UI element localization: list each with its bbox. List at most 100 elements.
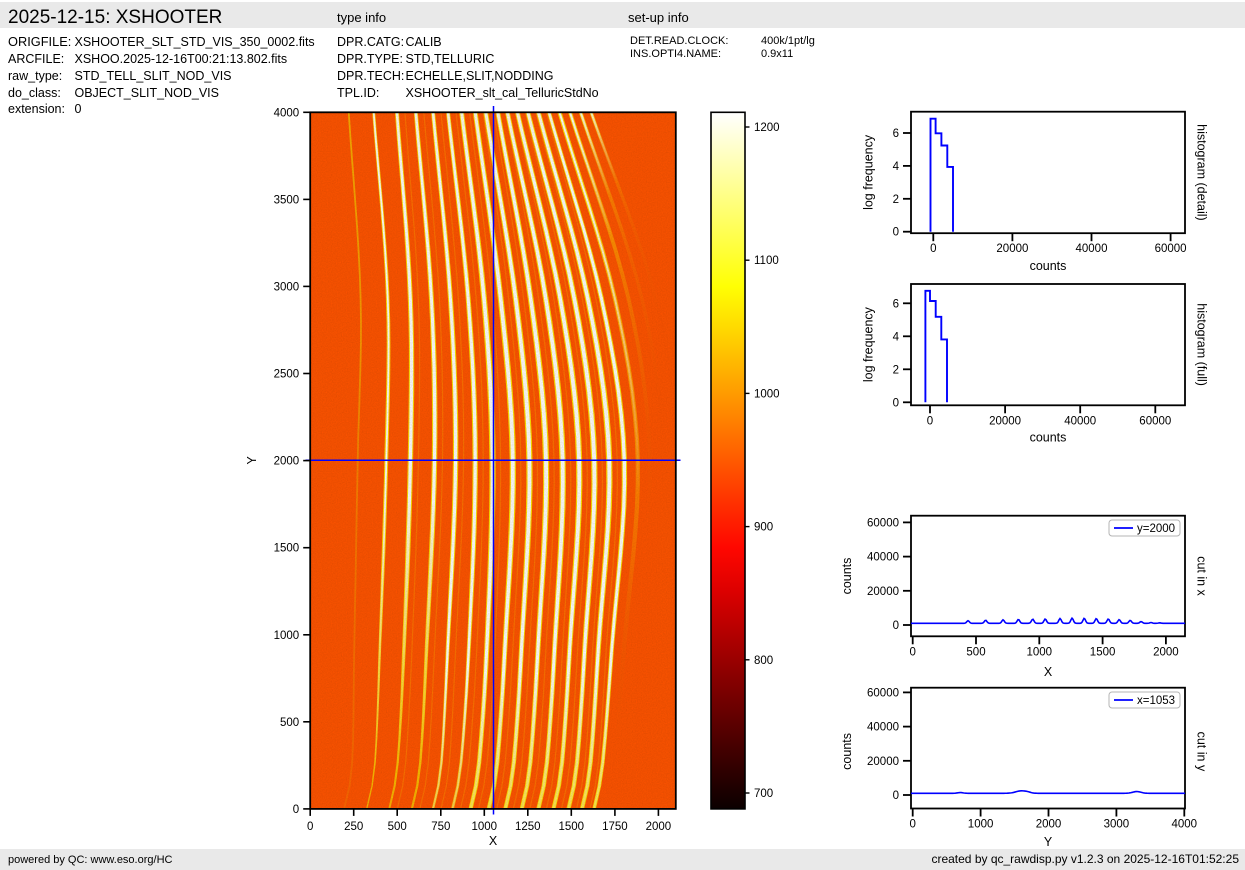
svg-text:0: 0 — [893, 620, 899, 632]
svg-text:log frequency: log frequency — [862, 134, 876, 210]
svg-text:cut in y: cut in y — [1195, 732, 1209, 772]
svg-text:CALIB: CALIB — [406, 35, 442, 49]
svg-text:6: 6 — [893, 298, 899, 310]
svg-text:500: 500 — [280, 717, 299, 729]
svg-text:250: 250 — [344, 821, 363, 833]
svg-text:ARCFILE:: ARCFILE: — [8, 52, 64, 66]
svg-text:3500: 3500 — [274, 194, 300, 206]
svg-text:Y: Y — [1044, 835, 1053, 849]
svg-text:0: 0 — [75, 102, 82, 116]
svg-text:60000: 60000 — [867, 687, 899, 699]
svg-text:500: 500 — [966, 646, 985, 658]
svg-text:1500: 1500 — [559, 821, 585, 833]
svg-text:1200: 1200 — [754, 122, 780, 134]
svg-text:1250: 1250 — [515, 821, 541, 833]
svg-text:60000: 60000 — [867, 517, 899, 529]
svg-text:40000: 40000 — [1076, 243, 1108, 255]
svg-text:1750: 1750 — [602, 821, 628, 833]
svg-text:1000: 1000 — [472, 821, 498, 833]
svg-text:INS.OPTI4.NAME:: INS.OPTI4.NAME: — [630, 48, 721, 60]
svg-text:400k/1pt/lg: 400k/1pt/lg — [761, 35, 815, 47]
svg-text:X: X — [1044, 665, 1053, 679]
svg-text:2000: 2000 — [274, 456, 300, 468]
svg-text:set-up info: set-up info — [628, 10, 689, 25]
svg-text:histogram (detail): histogram (detail) — [1195, 124, 1209, 221]
svg-text:0: 0 — [927, 415, 933, 427]
svg-text:X: X — [489, 834, 498, 848]
svg-text:0.9x11: 0.9x11 — [761, 48, 793, 60]
svg-text:Y: Y — [245, 455, 259, 464]
svg-text:2: 2 — [893, 194, 899, 206]
svg-text:OBJECT_SLIT_NOD_VIS: OBJECT_SLIT_NOD_VIS — [75, 86, 220, 100]
svg-text:1000: 1000 — [274, 630, 300, 642]
svg-text:3000: 3000 — [274, 281, 300, 293]
svg-text:DPR.TECH:: DPR.TECH: — [337, 69, 404, 83]
svg-text:4000: 4000 — [274, 107, 300, 119]
svg-text:DPR.CATG:: DPR.CATG: — [337, 35, 404, 49]
svg-text:2025-12-15: XSHOOTER: 2025-12-15: XSHOOTER — [8, 7, 222, 28]
svg-text:40000: 40000 — [867, 722, 899, 734]
svg-text:2000: 2000 — [1153, 646, 1179, 658]
svg-text:1000: 1000 — [754, 388, 780, 400]
svg-text:y=2000: y=2000 — [1137, 523, 1175, 535]
svg-text:1100: 1100 — [754, 255, 779, 267]
svg-text:STD,TELLURIC: STD,TELLURIC — [406, 52, 495, 66]
svg-text:0: 0 — [293, 804, 299, 816]
svg-text:counts: counts — [840, 733, 854, 770]
svg-text:powered by QC: www.eso.org/HC: powered by QC: www.eso.org/HC — [8, 854, 173, 866]
svg-text:6: 6 — [893, 128, 899, 140]
svg-text:4000: 4000 — [1172, 819, 1198, 831]
svg-text:20000: 20000 — [989, 415, 1021, 427]
svg-text:histogram (full): histogram (full) — [1195, 303, 1209, 386]
svg-text:0: 0 — [893, 397, 899, 409]
svg-text:2000: 2000 — [646, 821, 672, 833]
svg-text:2000: 2000 — [1036, 819, 1062, 831]
svg-text:20000: 20000 — [996, 243, 1028, 255]
svg-text:750: 750 — [431, 821, 450, 833]
svg-text:0: 0 — [893, 227, 899, 239]
svg-text:TPL.ID:: TPL.ID: — [337, 86, 379, 100]
svg-text:extension:: extension: — [8, 102, 65, 116]
svg-text:counts: counts — [1030, 259, 1067, 273]
svg-text:counts: counts — [1030, 431, 1067, 445]
svg-text:4: 4 — [893, 161, 900, 173]
svg-text:0: 0 — [893, 790, 899, 802]
svg-text:1500: 1500 — [274, 543, 300, 555]
svg-text:0: 0 — [307, 821, 313, 833]
svg-text:log frequency: log frequency — [862, 306, 876, 382]
svg-text:type info: type info — [337, 10, 386, 25]
svg-text:raw_type:: raw_type: — [8, 69, 62, 83]
svg-text:0: 0 — [909, 646, 915, 658]
svg-text:2500: 2500 — [274, 369, 300, 381]
svg-text:x=1053: x=1053 — [1137, 695, 1175, 707]
svg-text:1500: 1500 — [1090, 646, 1116, 658]
svg-text:20000: 20000 — [867, 756, 899, 768]
svg-text:800: 800 — [754, 655, 773, 667]
svg-text:0: 0 — [909, 819, 915, 831]
svg-text:STD_TELL_SLIT_NOD_VIS: STD_TELL_SLIT_NOD_VIS — [75, 69, 232, 83]
svg-text:4: 4 — [893, 331, 900, 343]
svg-text:0: 0 — [930, 243, 936, 255]
svg-text:DET.READ.CLOCK:: DET.READ.CLOCK: — [630, 35, 728, 47]
svg-text:1000: 1000 — [1027, 646, 1053, 658]
svg-text:XSHOOTER_SLT_STD_VIS_350_0002.: XSHOOTER_SLT_STD_VIS_350_0002.fits — [75, 35, 315, 49]
svg-text:2: 2 — [893, 364, 899, 376]
svg-text:cut in x: cut in x — [1195, 556, 1209, 596]
svg-text:ORIGFILE:: ORIGFILE: — [8, 34, 71, 49]
svg-text:created by qc_rawdisp.py v1.2.: created by qc_rawdisp.py v1.2.3 on 2025-… — [931, 852, 1239, 866]
svg-text:60000: 60000 — [1139, 415, 1171, 427]
svg-text:XSHOO.2025-12-16T00:21:13.802.: XSHOO.2025-12-16T00:21:13.802.fits — [75, 52, 288, 66]
svg-text:700: 700 — [754, 788, 773, 800]
svg-text:1000: 1000 — [968, 819, 994, 831]
svg-text:60000: 60000 — [1155, 243, 1187, 255]
svg-text:900: 900 — [754, 522, 773, 534]
svg-text:do_class:: do_class: — [8, 86, 61, 100]
svg-text:ECHELLE,SLIT,NODDING: ECHELLE,SLIT,NODDING — [406, 69, 554, 83]
svg-text:3000: 3000 — [1104, 819, 1130, 831]
svg-text:counts: counts — [840, 558, 854, 595]
svg-text:20000: 20000 — [867, 586, 899, 598]
svg-text:40000: 40000 — [867, 552, 899, 564]
svg-text:40000: 40000 — [1064, 415, 1096, 427]
svg-text:500: 500 — [388, 821, 407, 833]
svg-text:DPR.TYPE:: DPR.TYPE: — [337, 52, 403, 66]
